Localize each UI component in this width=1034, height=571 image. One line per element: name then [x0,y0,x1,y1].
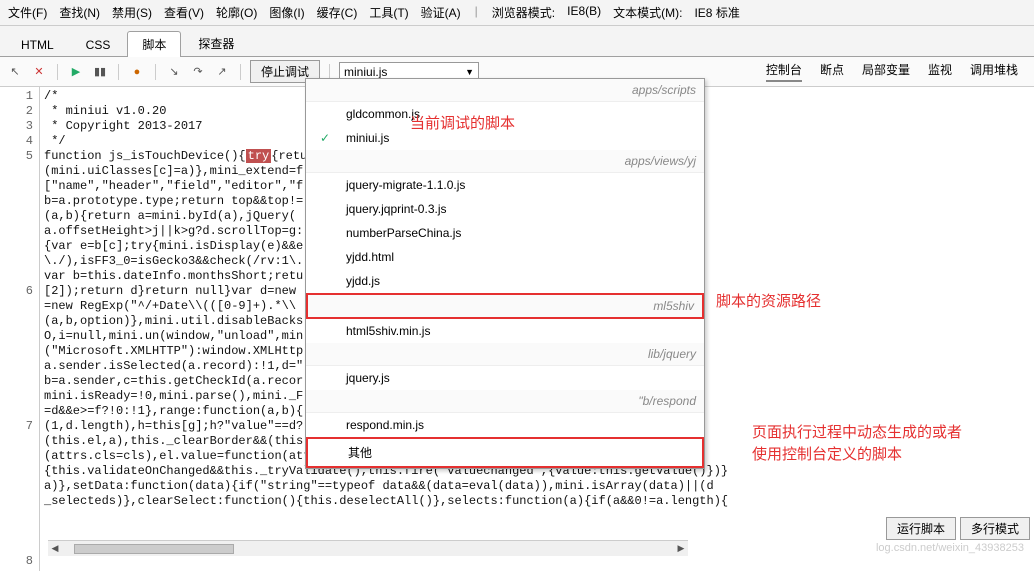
right-tabs: 控制台 断点 局部变量 监视 调用堆栈 [766,61,1028,82]
horizontal-scrollbar[interactable]: ◀ ▶ [48,540,688,556]
script-item[interactable]: numberParseChina.js [306,221,704,245]
tabbar: HTML CSS 脚本 探查器 [0,26,1034,57]
rtab-locals[interactable]: 局部变量 [862,61,910,82]
scrollbar-thumb[interactable] [74,544,234,554]
rtab-breakpoints[interactable]: 断点 [820,61,844,82]
script-item[interactable]: yjdd.html [306,245,704,269]
run-script-button[interactable]: 运行脚本 [886,517,956,540]
browser-mode-value[interactable]: IE8(B) [567,4,601,21]
text-mode-label: 文本模式(M): [613,4,682,21]
menu-disable[interactable]: 禁用(S) [112,4,152,21]
annotation-current-script: 当前调试的脚本 [410,112,515,133]
script-item[interactable]: respond.min.js [306,413,704,437]
menu-validate[interactable]: 验证(A) [421,4,461,21]
menubar: 文件(F) 查找(N) 禁用(S) 查看(V) 轮廓(O) 图像(I) 缓存(C… [0,0,1034,26]
script-item[interactable]: jquery.js [306,366,704,390]
play-icon[interactable]: ▶ [67,63,85,81]
menu-image[interactable]: 图像(I) [269,4,304,21]
menu-outline[interactable]: 轮廓(O) [216,4,257,21]
script-item[interactable]: yjdd.js [306,269,704,293]
script-group: apps/views/yj [306,150,704,173]
script-item[interactable]: jquery-migrate-1.1.0.js [306,173,704,197]
scroll-left-icon[interactable]: ◀ [48,543,62,554]
pointer-icon[interactable]: ↖ [6,63,24,81]
script-selector-value: miniui.js [344,65,387,79]
tab-html[interactable]: HTML [6,33,69,56]
annotation-dynamic-scripts: 页面执行过程中动态生成的或者使用控制台定义的脚本 [752,422,962,466]
script-group: apps/scripts [306,79,704,102]
script-group: "b/respond [306,390,704,413]
script-dropdown-panel: apps/scripts gldcommon.js ✓miniui.js app… [305,78,705,469]
tab-script[interactable]: 脚本 [127,31,181,57]
script-item[interactable]: html5shiv.min.js [306,319,704,343]
console-controls: 运行脚本 多行模式 [886,517,1030,540]
script-item[interactable]: jquery.jqprint-0.3.js [306,197,704,221]
script-group: lib/jquery [306,343,704,366]
menu-view[interactable]: 查看(V) [164,4,204,21]
break-icon[interactable]: ● [128,63,146,81]
step-out-icon[interactable]: ↗ [213,63,231,81]
script-item-other[interactable]: 其他 [306,437,704,468]
menu-cache[interactable]: 缓存(C) [317,4,358,21]
chevron-down-icon: ▼ [465,67,474,77]
scroll-right-icon[interactable]: ▶ [674,543,688,554]
watermark: log.csdn.net/weixin_43938253 [876,542,1024,554]
rtab-console[interactable]: 控制台 [766,61,802,82]
multiline-button[interactable]: 多行模式 [960,517,1030,540]
rtab-watch[interactable]: 监视 [928,61,952,82]
tab-profiler[interactable]: 探查器 [183,30,249,56]
annotation-resource-path: 脚本的资源路径 [716,290,821,311]
clear-icon[interactable]: ✕ [30,63,48,81]
step-into-icon[interactable]: ↘ [165,63,183,81]
pause-icon[interactable]: ▮▮ [91,63,109,81]
menu-find[interactable]: 查找(N) [59,4,100,21]
step-over-icon[interactable]: ↷ [189,63,207,81]
breakpoint-highlight: try [246,149,272,163]
browser-mode-label: 浏览器模式: [492,4,555,21]
line-gutter: 1 2 3 4 5 6 7 8 [0,87,40,571]
rtab-callstack[interactable]: 调用堆栈 [970,61,1018,82]
tab-css[interactable]: CSS [71,33,126,56]
menu-tools[interactable]: 工具(T) [369,4,408,21]
script-group-highlighted: ml5shiv [306,293,704,319]
menu-file[interactable]: 文件(F) [8,4,47,21]
check-icon: ✓ [320,131,330,145]
text-mode-value[interactable]: IE8 标准 [694,4,739,21]
